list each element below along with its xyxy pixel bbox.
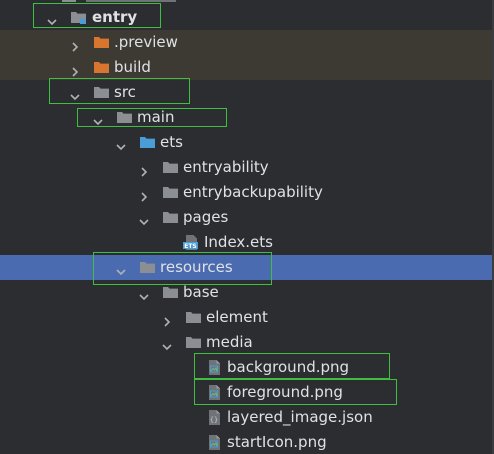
tree-item-resources[interactable]: resources: [0, 255, 494, 280]
tree-item-element[interactable]: element: [0, 305, 494, 330]
project-tree: entry .preview build src main ets entryability…: [0, 0, 494, 454]
tree-item-index-ets[interactable]: ETS Index.ets: [0, 230, 494, 255]
chevron-down-icon[interactable]: [47, 12, 57, 26]
folder-icon: [162, 184, 179, 201]
tree-item-pages[interactable]: pages: [0, 205, 494, 230]
tree-item-label: src: [114, 83, 136, 101]
chevron-down-icon[interactable]: [116, 262, 126, 276]
image-file-icon: [206, 434, 223, 451]
tree-item-label: pages: [183, 208, 229, 226]
folder-icon: [185, 309, 202, 326]
tree-item-label: entrybackupability: [183, 183, 323, 201]
tree-item-ets[interactable]: ets: [0, 130, 494, 155]
tree-item-main[interactable]: main: [0, 105, 494, 130]
tree-item-label: Index.ets: [204, 233, 273, 251]
chevron-down-icon[interactable]: [139, 212, 149, 226]
module-folder-icon: [70, 9, 87, 26]
tree-item-label: startIcon.png: [227, 433, 327, 451]
chevron-down-icon[interactable]: [70, 87, 80, 101]
tree-item-entryability[interactable]: entryability: [0, 155, 494, 180]
tree-item-foreground-png[interactable]: foreground.png: [0, 380, 494, 405]
tree-item-media[interactable]: media: [0, 330, 494, 355]
folder-icon: [139, 259, 156, 276]
tree-item-build[interactable]: build: [0, 55, 494, 80]
folder-icon: [162, 159, 179, 176]
chevron-right-icon[interactable]: [162, 312, 172, 327]
tree-item-label: .preview: [114, 33, 178, 51]
folder-icon: [162, 284, 179, 301]
folder-icon: [116, 109, 133, 126]
tree-item-label: build: [114, 58, 151, 76]
tree-item-label: entry: [92, 8, 138, 26]
excluded-folder-icon: [93, 34, 110, 51]
image-file-icon: [206, 384, 223, 401]
tree-item-src[interactable]: src: [0, 80, 494, 105]
chevron-right-icon[interactable]: [139, 162, 149, 177]
tree-item-label: entryability: [183, 158, 269, 176]
tree-item-starticon-png[interactable]: startIcon.png: [0, 430, 494, 454]
tree-item-label: main: [137, 108, 175, 126]
chevron-down-icon[interactable]: [139, 287, 149, 301]
tree-item-label: media: [206, 333, 253, 351]
ets-file-icon: ETS: [183, 234, 200, 251]
svg-text:{}: {}: [210, 416, 218, 424]
tree-item-label: layered_image.json: [227, 408, 373, 426]
image-file-icon: [206, 359, 223, 376]
excluded-folder-icon: [93, 59, 110, 76]
tree-item-label: ets: [160, 133, 183, 151]
folder-icon: [185, 334, 202, 351]
tree-item-label: base: [183, 283, 219, 301]
tree-item-label: background.png: [227, 358, 350, 376]
chevron-right-icon[interactable]: [139, 187, 149, 202]
tree-item-label: resources: [160, 258, 233, 276]
tree-item-entry[interactable]: entry: [0, 5, 494, 30]
chevron-down-icon[interactable]: [93, 112, 103, 126]
chevron-right-icon[interactable]: [70, 37, 80, 52]
chevron-down-icon[interactable]: [116, 137, 126, 151]
tree-item-preview[interactable]: .preview: [0, 30, 494, 55]
svg-text:ETS: ETS: [184, 243, 197, 250]
tree-item-base[interactable]: base: [0, 280, 494, 305]
chevron-down-icon[interactable]: [162, 337, 172, 351]
tree-item-layered-image-json[interactable]: {} layered_image.json: [0, 405, 494, 430]
partial-row-above: [0, 0, 494, 4]
tree-item-label: foreground.png: [227, 383, 343, 401]
tree-item-label: element: [206, 308, 268, 326]
source-folder-icon: [139, 134, 156, 151]
tree-item-entrybackupability[interactable]: entrybackupability: [0, 180, 494, 205]
folder-icon: [162, 209, 179, 226]
json-file-icon: {}: [206, 409, 223, 426]
tree-item-background-png[interactable]: background.png: [0, 355, 494, 380]
chevron-right-icon[interactable]: [70, 62, 80, 77]
folder-icon: [93, 84, 110, 101]
